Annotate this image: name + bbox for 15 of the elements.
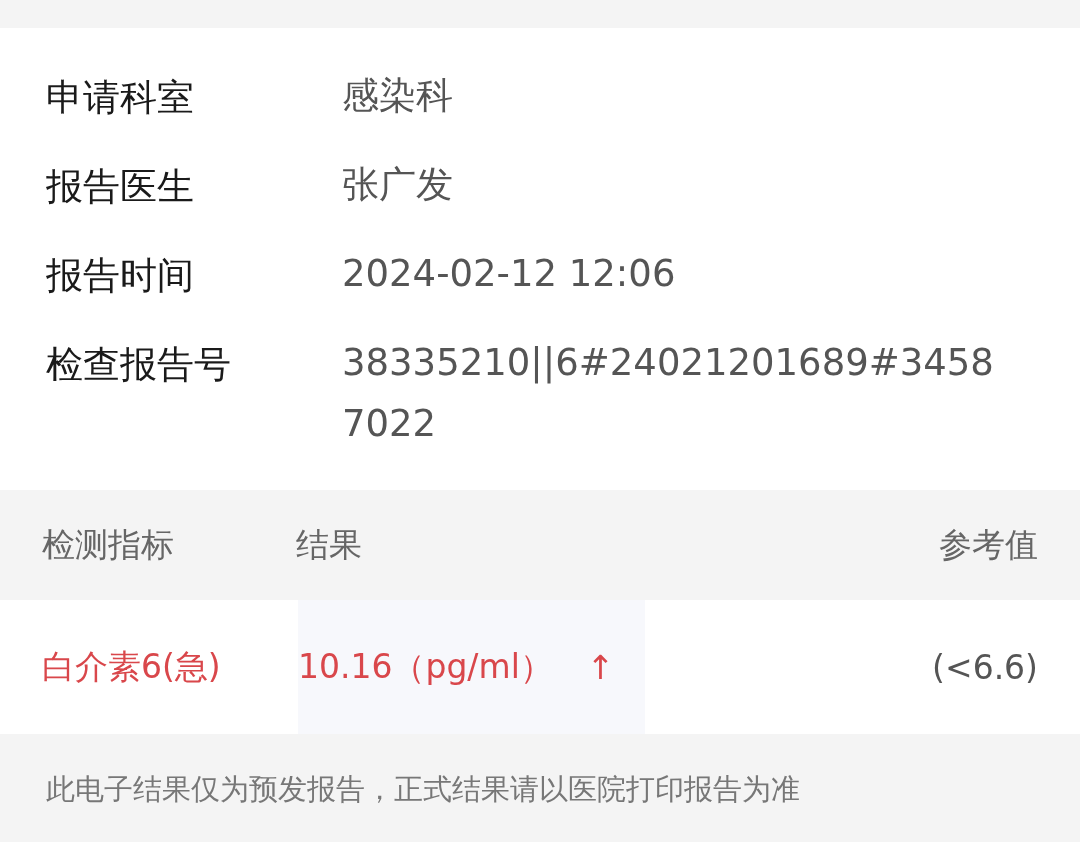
field-label: 报告时间 bbox=[46, 254, 195, 299]
field-value: 张广发 bbox=[342, 162, 453, 208]
table-cell: 10.16（pg/ml） ↑ bbox=[298, 600, 645, 735]
column-header: 检测指标 bbox=[41, 523, 175, 566]
disclaimer-text: 此电子结果仅为预发报告，正式结果请以医院打印报告为准 bbox=[46, 772, 800, 807]
table-cell-text: (<6.6) bbox=[931, 646, 1039, 689]
column-header: 参考值 bbox=[938, 523, 1039, 566]
column-header: 结果 bbox=[296, 523, 363, 566]
field-label: 检查报告号 bbox=[46, 343, 232, 388]
field-value: 38335210||6#24021201689#34587022 bbox=[342, 340, 995, 448]
field-label: 报告医生 bbox=[46, 165, 195, 210]
field-value: 2024-02-12 12:06 bbox=[342, 251, 676, 297]
table-cell-text: 白介素6(急) bbox=[41, 645, 222, 688]
field-label: 申请科室 bbox=[46, 76, 195, 121]
field-value: 感染科 bbox=[342, 73, 453, 119]
